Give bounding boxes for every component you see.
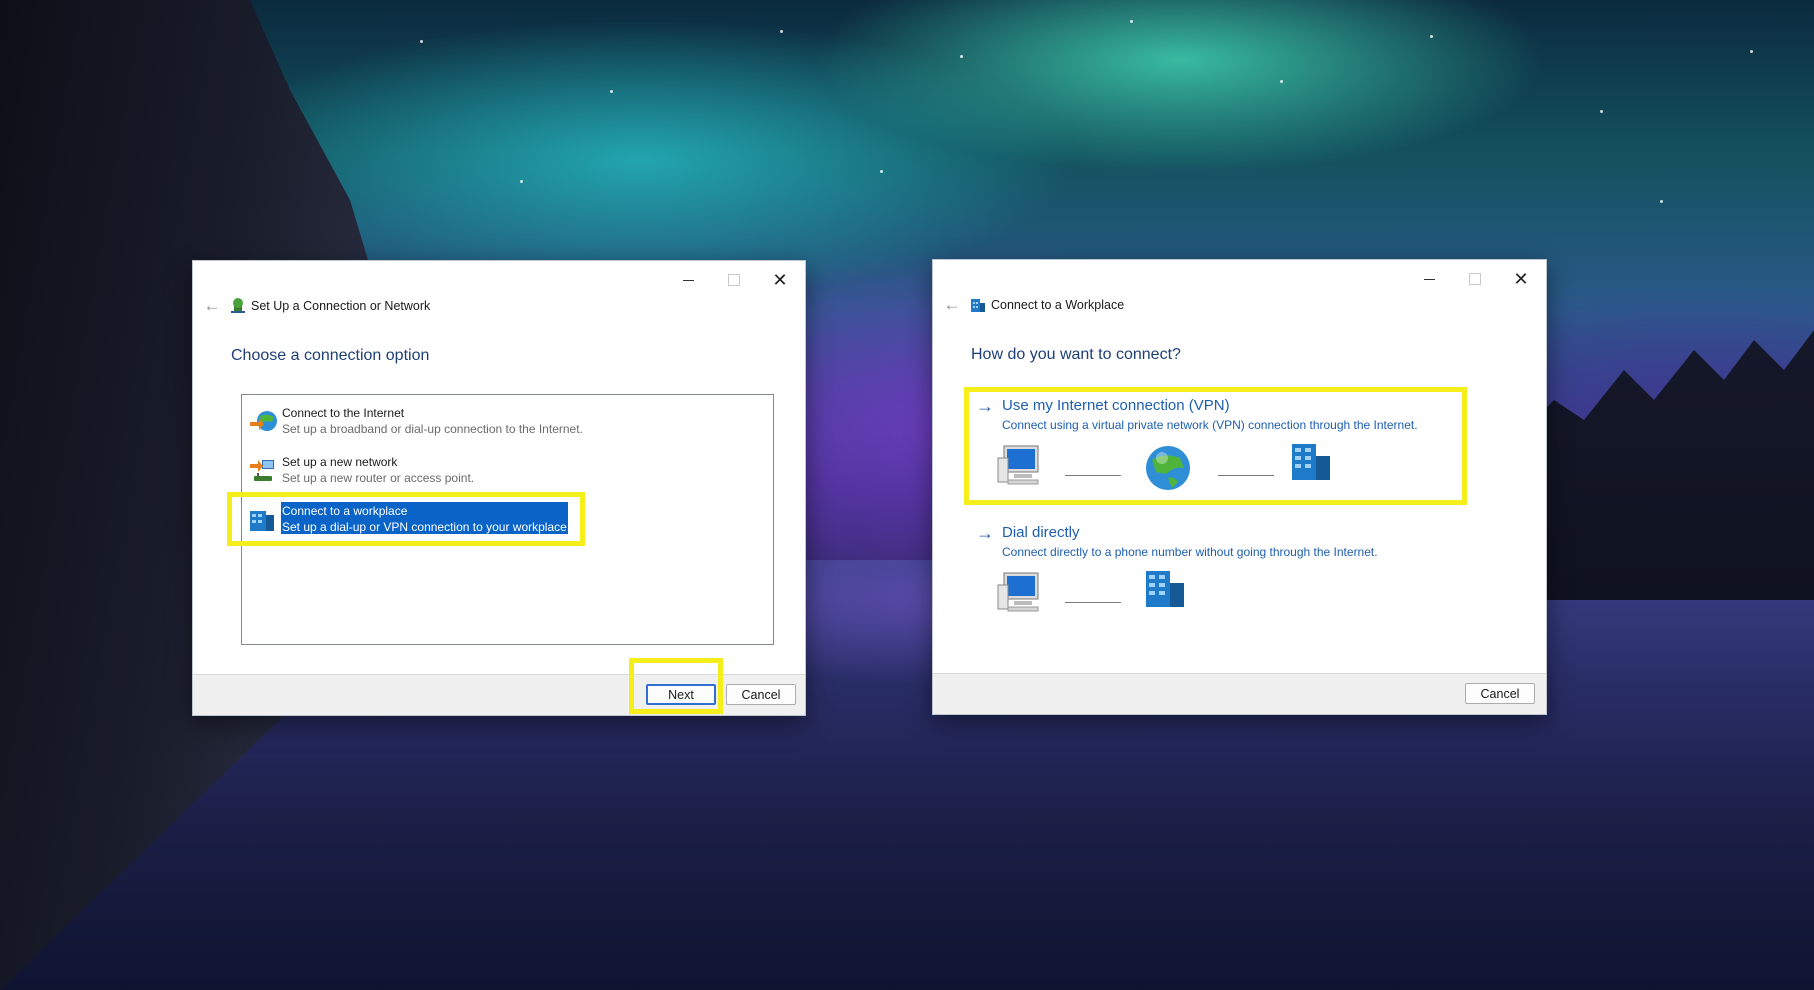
back-arrow-icon: ← xyxy=(943,295,961,314)
choice-desc: Connect directly to a phone number witho… xyxy=(1002,545,1378,559)
option-new-network[interactable]: Set up a new network Set up a new router… xyxy=(246,452,586,488)
close-button[interactable]: ✕ xyxy=(1506,266,1536,292)
option-connect-internet[interactable]: Connect to the Internet Set up a broadba… xyxy=(246,403,586,439)
choice-title: Use my Internet connection (VPN) xyxy=(1002,397,1230,414)
option-title: Set up a new network xyxy=(282,455,398,469)
globe-icon xyxy=(1146,446,1190,490)
minimize-button[interactable] xyxy=(673,267,703,293)
cancel-button[interactable]: Cancel xyxy=(1465,683,1535,704)
option-title: Connect to the Internet xyxy=(282,406,405,420)
maximize-button[interactable] xyxy=(719,267,749,293)
star xyxy=(780,30,783,33)
back-button[interactable]: ← xyxy=(199,295,225,317)
star xyxy=(1430,35,1433,38)
connection-line xyxy=(1065,602,1121,603)
router-icon xyxy=(250,460,274,481)
maximize-icon xyxy=(1469,273,1481,285)
star xyxy=(960,55,963,58)
choice-dial-directly[interactable]: → Dial directly Connect directly to a ph… xyxy=(976,523,1426,623)
connect-to-workplace-window: ✕ ← Connect to a Workplace How do you wa… xyxy=(932,259,1547,715)
computer-icon xyxy=(997,445,1039,485)
next-button[interactable]: Next xyxy=(646,684,716,705)
star xyxy=(1600,110,1603,113)
page-heading: How do you want to connect? xyxy=(971,346,1181,363)
dialog-footer: Next Cancel xyxy=(193,674,805,715)
workplace-icon xyxy=(250,511,274,531)
option-desc: Set up a dial-up or VPN connection to yo… xyxy=(282,520,571,534)
workplace-icon xyxy=(971,299,985,312)
choice-title: Dial directly xyxy=(1002,524,1080,541)
network-setup-icon xyxy=(231,298,245,313)
minimize-icon xyxy=(1423,278,1435,280)
back-button[interactable]: ← xyxy=(939,294,965,316)
star xyxy=(1750,50,1753,53)
back-arrow-icon: ← xyxy=(203,296,221,315)
close-icon: ✕ xyxy=(772,269,788,290)
close-button[interactable]: ✕ xyxy=(765,267,795,293)
arrow-right-icon: → xyxy=(976,523,994,543)
office-building-icon xyxy=(1146,571,1184,607)
cancel-button[interactable]: Cancel xyxy=(726,684,796,705)
setup-connection-window: ✕ ← Set Up a Connection or Network Choos… xyxy=(192,260,806,716)
star xyxy=(880,170,883,173)
office-building-icon xyxy=(1292,444,1330,480)
star xyxy=(1130,20,1133,23)
star xyxy=(520,180,523,183)
connection-options-list[interactable]: Connect to the Internet Set up a broadba… xyxy=(241,394,774,645)
option-connect-workplace[interactable]: Connect to a workplace Set up a dial-up … xyxy=(246,501,586,537)
window-title: Connect to a Workplace xyxy=(991,298,1125,312)
option-desc: Set up a broadband or dial-up connection… xyxy=(282,422,583,436)
option-desc: Set up a new router or access point. xyxy=(282,471,475,485)
minimize-button[interactable] xyxy=(1414,266,1444,292)
computer-icon xyxy=(997,572,1039,612)
star xyxy=(420,40,423,43)
arrow-right-icon: → xyxy=(976,396,994,416)
choice-vpn[interactable]: → Use my Internet connection (VPN) Conne… xyxy=(976,396,1426,496)
minimize-icon xyxy=(682,279,694,281)
maximize-icon xyxy=(728,274,740,286)
star xyxy=(1660,200,1663,203)
maximize-button[interactable] xyxy=(1460,266,1490,292)
page-heading: Choose a connection option xyxy=(231,347,430,364)
globe-icon xyxy=(250,411,277,431)
star xyxy=(1280,80,1283,83)
close-icon: ✕ xyxy=(1513,268,1529,289)
connection-line xyxy=(1065,475,1121,476)
choice-desc: Connect using a virtual private network … xyxy=(1002,418,1418,432)
option-title: Connect to a workplace xyxy=(282,504,408,518)
dialog-footer: Cancel xyxy=(933,673,1546,714)
window-title: Set Up a Connection or Network xyxy=(251,299,431,313)
star xyxy=(610,90,613,93)
connection-line xyxy=(1218,475,1274,476)
